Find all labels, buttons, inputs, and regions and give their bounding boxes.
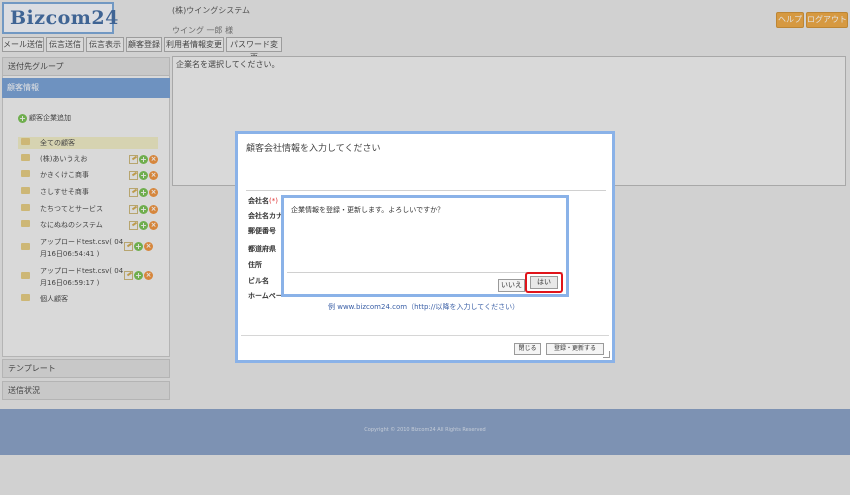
- dialog-title: 顧客会社情報を入力してください: [246, 144, 381, 154]
- yes-button[interactable]: はい: [530, 276, 558, 289]
- building-label: ビル名: [248, 277, 269, 285]
- homepage-label: ホームペー: [248, 292, 283, 300]
- address-label: 住所: [248, 261, 262, 269]
- postal-code-label: 郵便番号: [248, 227, 276, 235]
- divider: [241, 335, 609, 336]
- required-marker: (*): [269, 197, 278, 205]
- divider: [287, 272, 563, 273]
- company-name-label-text: 会社名: [248, 197, 269, 205]
- company-kana-label: 会社名カナ: [248, 212, 283, 220]
- homepage-example: 例 www.bizcom24.com（http://以降を入力してください）: [328, 303, 520, 311]
- company-name-label: 会社名(*): [248, 196, 278, 206]
- divider: [246, 190, 606, 191]
- resize-grip-icon[interactable]: [603, 351, 610, 358]
- close-button[interactable]: 閉じる: [514, 343, 541, 355]
- no-button[interactable]: いいえ: [498, 279, 525, 292]
- confirm-message: 企業情報を登録・更新します。よろしいですか？: [291, 206, 445, 214]
- register-update-button[interactable]: 登録・更新する: [546, 343, 604, 355]
- prefecture-label: 都道府県: [248, 245, 276, 253]
- yes-button-highlight: はい: [525, 272, 563, 293]
